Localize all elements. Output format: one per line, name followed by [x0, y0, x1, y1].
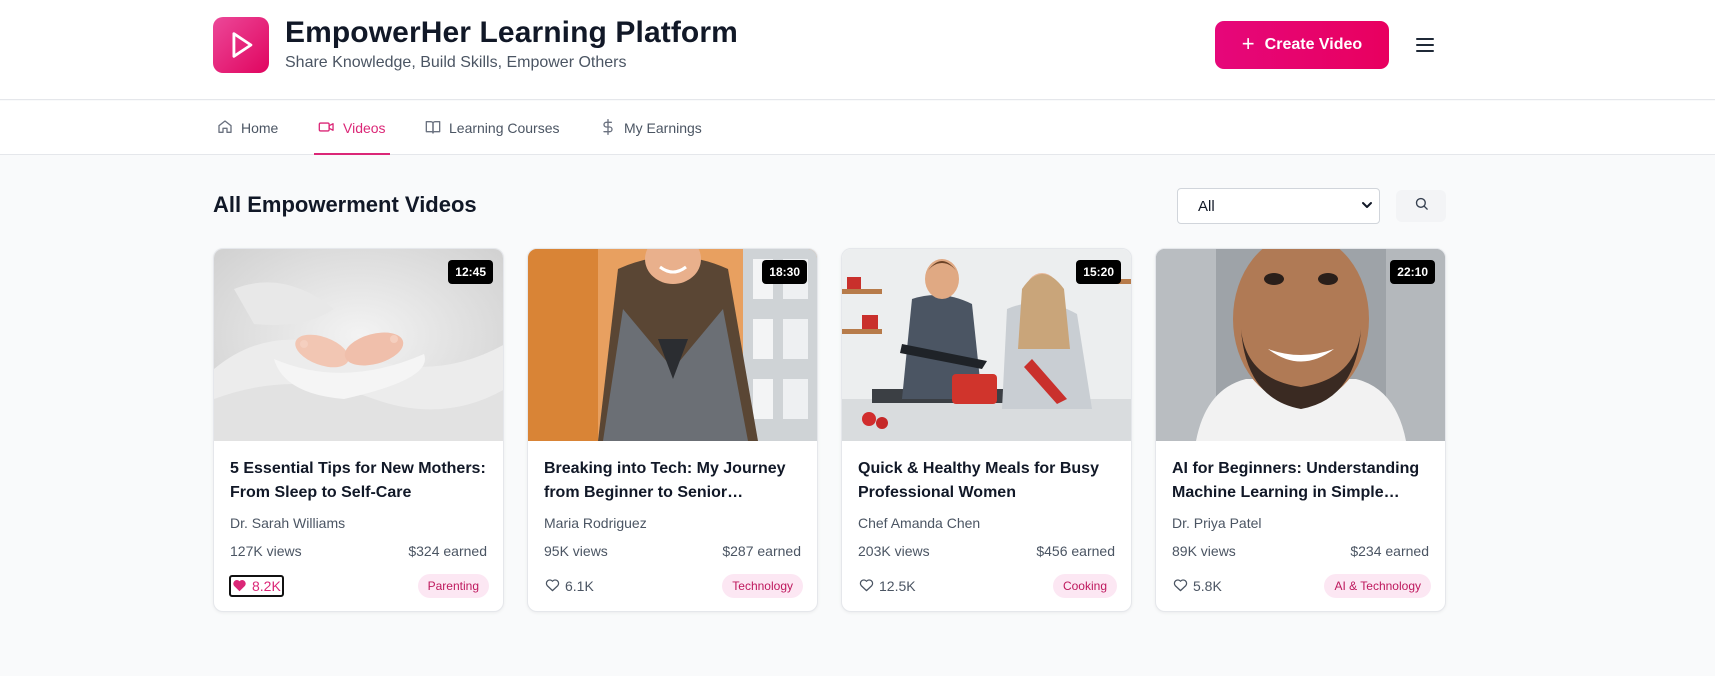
heart-filled-icon [232, 578, 247, 595]
hamburger-menu-icon[interactable] [1410, 30, 1440, 60]
nav-item-my-earnings[interactable]: My Earnings [600, 101, 702, 155]
video-author: Dr. Priya Patel [1172, 515, 1262, 531]
video-card[interactable]: 15:20 Quick & Healthy Meals for Busy Pro… [841, 248, 1132, 612]
dollar-icon [600, 118, 616, 138]
video-views: 95K views [544, 543, 608, 559]
video-title[interactable]: Breaking into Tech: My Journey from Begi… [544, 457, 806, 505]
video-card[interactable]: 18:30 Breaking into Tech: My Journey fro… [527, 248, 818, 612]
create-video-button[interactable]: + Create Video [1215, 21, 1389, 69]
nav-item-label: Home [241, 120, 279, 136]
create-video-label: Create Video [1264, 36, 1363, 53]
video-icon [318, 119, 335, 138]
category-tag: Cooking [1052, 574, 1117, 598]
nav-item-learning-courses[interactable]: Learning Courses [425, 101, 560, 155]
video-author: Chef Amanda Chen [858, 515, 981, 531]
video-thumbnail[interactable]: 15:20 [842, 249, 1131, 441]
like-button[interactable]: 8.2K [229, 575, 284, 597]
filter-selected-value: All [1198, 197, 1215, 215]
duration-badge: 22:10 [1390, 260, 1435, 284]
video-title[interactable]: Quick & Healthy Meals for Busy Professio… [858, 457, 1120, 505]
video-card[interactable]: 12:45 5 Essential Tips for New Mothers: … [213, 248, 504, 612]
video-earnings: $234 earned [1350, 543, 1429, 559]
video-title[interactable]: AI for Beginners: Understanding Machine … [1172, 457, 1434, 505]
app-header: EmpowerHer Learning Platform Share Knowl… [0, 0, 1715, 100]
home-icon [217, 119, 233, 138]
video-earnings: $456 earned [1036, 543, 1115, 559]
heart-icon [859, 578, 874, 595]
video-author: Dr. Sarah Williams [230, 515, 346, 531]
like-count: 6.1K [565, 578, 594, 594]
app-title: EmpowerHer Learning Platform [285, 16, 738, 49]
duration-badge: 12:45 [448, 260, 493, 284]
search-button[interactable] [1396, 190, 1446, 222]
video-author: Maria Rodriguez [544, 515, 647, 531]
like-count: 12.5K [879, 578, 916, 594]
like-button[interactable]: 5.8K [1171, 575, 1224, 597]
chevron-down-icon [1361, 198, 1373, 215]
video-earnings: $287 earned [722, 543, 801, 559]
nav-item-videos[interactable]: Videos [314, 101, 390, 155]
video-title[interactable]: 5 Essential Tips for New Mothers: From S… [230, 457, 492, 505]
app-subtitle: Share Knowledge, Build Skills, Empower O… [285, 54, 627, 71]
category-tag: AI & Technology [1324, 574, 1431, 598]
like-count: 8.2K [252, 578, 281, 594]
like-button[interactable]: 12.5K [857, 575, 918, 597]
plus-icon: + [1241, 31, 1255, 56]
category-tag: Technology [722, 574, 803, 598]
nav-item-label: Learning Courses [449, 120, 560, 136]
nav-item-home[interactable]: Home [217, 101, 278, 155]
nav-item-label: My Earnings [624, 120, 702, 136]
nav-item-label: Videos [343, 120, 386, 136]
video-earnings: $324 earned [408, 543, 487, 559]
video-views: 203K views [858, 543, 930, 559]
category-tag: Parenting [417, 574, 489, 598]
heart-icon [1173, 578, 1188, 595]
main-nav: Home Videos Learning Courses My Earnings [0, 101, 1715, 155]
like-button[interactable]: 6.1K [543, 575, 596, 597]
video-thumbnail[interactable]: 22:10 [1156, 249, 1445, 441]
video-views: 127K views [230, 543, 302, 559]
search-icon [1414, 196, 1429, 216]
video-card[interactable]: 22:10 AI for Beginners: Understanding Ma… [1155, 248, 1446, 612]
play-logo-icon [213, 17, 269, 73]
video-views: 89K views [1172, 543, 1236, 559]
video-thumbnail[interactable]: 18:30 [528, 249, 817, 441]
heart-icon [545, 578, 560, 595]
video-thumbnail[interactable]: 12:45 [214, 249, 503, 441]
duration-badge: 15:20 [1076, 260, 1121, 284]
like-count: 5.8K [1193, 578, 1222, 594]
category-filter-select[interactable]: All [1177, 188, 1380, 224]
book-icon [425, 119, 441, 138]
duration-badge: 18:30 [762, 260, 807, 284]
page-title: All Empowerment Videos [213, 192, 477, 217]
